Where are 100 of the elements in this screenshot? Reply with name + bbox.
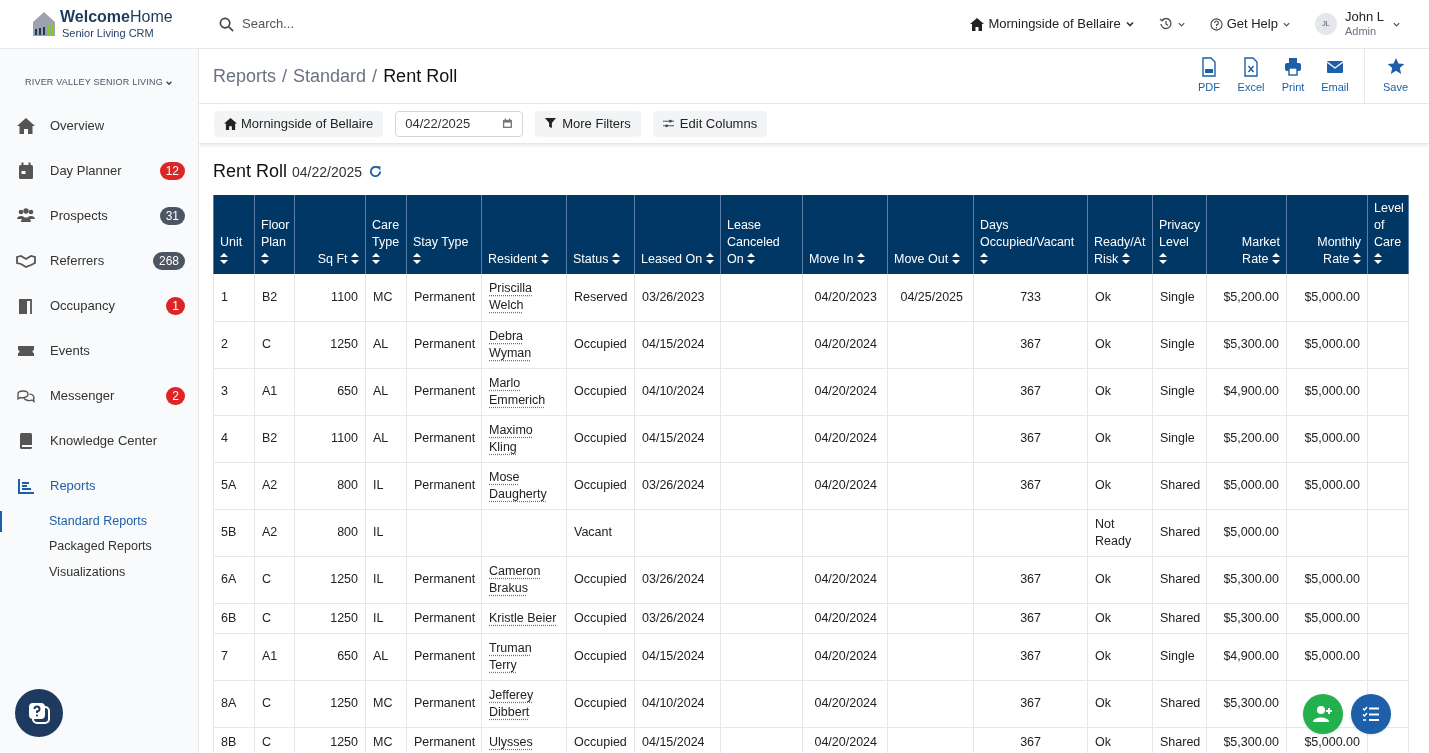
table-cell: Occupied	[574, 431, 627, 445]
table-cell: $5,000.00	[1304, 610, 1360, 625]
sidebar-item[interactable]: Overview	[0, 103, 198, 149]
column-header[interactable]: Stay Type	[406, 195, 482, 274]
table-cell: Vacant	[574, 525, 612, 539]
table-cell: Single	[1160, 337, 1195, 351]
table-cell: Reserved	[574, 289, 628, 304]
table-cell: 8B	[221, 734, 237, 749]
column-header[interactable]: Days Occupied/Vacant	[973, 195, 1088, 274]
table-cell: 733	[1020, 289, 1041, 304]
refresh-icon[interactable]	[369, 165, 383, 178]
breadcrumb-link[interactable]: Standard	[293, 62, 367, 90]
table-cell: Permanent	[414, 649, 476, 663]
sort-icon	[611, 253, 620, 264]
resident-link[interactable]: Truman Terry	[489, 639, 559, 674]
table-cell: Permanent	[414, 337, 476, 351]
table-cell: 04/15/2024	[642, 649, 705, 663]
resident-link[interactable]: Ulysses	[489, 733, 533, 751]
support-chat-button[interactable]	[15, 689, 63, 737]
column-header[interactable]: Sq Ft	[294, 195, 366, 274]
sort-icon	[951, 253, 960, 264]
resident-link[interactable]: Kristle Beier	[489, 609, 557, 627]
table-cell: 04/20/2024	[814, 384, 877, 398]
sidebar-item[interactable]: Prospects 31	[0, 193, 198, 239]
table-cell: 800	[337, 478, 358, 492]
column-header[interactable]: Market Rate	[1206, 195, 1287, 274]
table-cell: C	[262, 610, 272, 625]
more-filters-button[interactable]: More Filters	[535, 110, 641, 137]
table-cell: Shared	[1160, 478, 1201, 492]
community-filter[interactable]: Morningside of Bellaire	[214, 110, 384, 137]
sliders-icon	[662, 118, 674, 129]
table-cell: 04/25/2025	[900, 289, 963, 304]
table-cell: Ok	[1095, 696, 1111, 710]
sidebar-item[interactable]: Messenger 2	[0, 373, 198, 419]
sort-icon	[220, 253, 228, 264]
brand-name: WelcomeHome	[60, 9, 173, 25]
edit-columns-button[interactable]: Edit Columns	[652, 110, 768, 137]
print-button[interactable]: Print	[1272, 49, 1314, 103]
column-header[interactable]: Monthly Rate	[1286, 195, 1368, 274]
pdf-button[interactable]: PDF	[1188, 49, 1230, 103]
sidebar-item[interactable]: Occupancy 1	[0, 283, 198, 329]
sidebar-item[interactable]: Events	[0, 328, 198, 374]
history-dropdown[interactable]	[1158, 17, 1186, 31]
count-badge: 2	[166, 387, 185, 405]
column-header[interactable]: Move Out	[887, 195, 974, 274]
resident-link[interactable]: Maximo Kling	[489, 421, 559, 456]
table-cell: 04/20/2023	[814, 289, 877, 304]
table-cell: 03/26/2024	[642, 572, 705, 586]
table-cell: Permanent	[414, 478, 476, 492]
column-header[interactable]: Ready/At Risk	[1087, 195, 1153, 274]
chevron-down-icon	[1124, 19, 1135, 29]
table-cell: Occupied	[574, 610, 627, 625]
resident-link[interactable]: Debra Wyman	[489, 327, 559, 362]
table-cell: MC	[373, 289, 393, 304]
brand-subtitle: Senior Living CRM	[62, 28, 155, 39]
sidebar-item[interactable]: Knowledge Center	[0, 418, 198, 464]
help-dropdown[interactable]: Get Help	[1209, 14, 1291, 34]
add-person-button[interactable]	[1303, 694, 1343, 734]
search-field[interactable]: Search...	[242, 14, 442, 34]
table-cell: Occupied	[574, 384, 627, 398]
save-button[interactable]: Save	[1364, 49, 1426, 103]
column-header[interactable]: Floor Plan	[254, 195, 295, 274]
column-header[interactable]: Unit	[213, 195, 255, 274]
breadcrumb-link[interactable]: Reports	[213, 62, 277, 90]
calendar-icon	[502, 118, 514, 129]
organization-dropdown[interactable]: RIVER VALLEY SENIOR LIVING	[24, 76, 174, 90]
community-dropdown[interactable]: Morningside of Bellaire	[970, 14, 1135, 34]
sidebar-subitem[interactable]: Visualizations	[0, 559, 198, 585]
table-cell: C	[262, 572, 272, 586]
column-header[interactable]: Resident	[481, 195, 567, 274]
resident-link[interactable]: Mose Daugherty	[489, 468, 559, 503]
sort-icon	[351, 253, 359, 264]
table-cell: $5,000.00	[1304, 431, 1360, 445]
sidebar-item[interactable]: Reports	[0, 463, 198, 509]
sidebar-subitem[interactable]: Standard Reports	[0, 508, 198, 534]
email-button[interactable]: Email	[1314, 49, 1356, 103]
sidebar-item[interactable]: Day Planner 12	[0, 148, 198, 194]
column-header[interactable]: Leased On	[634, 195, 721, 274]
resident-link[interactable]: Jefferey Dibbert	[489, 686, 559, 721]
count-badge: 12	[159, 162, 185, 180]
resident-link[interactable]: Cameron Brakus	[489, 562, 559, 597]
task-list-button[interactable]	[1351, 694, 1391, 734]
column-header[interactable]: Move In	[802, 195, 888, 274]
sidebar-item[interactable]: Referrers 268	[0, 238, 198, 284]
resident-link[interactable]: Priscilla Welch	[489, 280, 559, 315]
filter-icon	[545, 118, 557, 129]
sidebar-subitem[interactable]: Packaged Reports	[0, 534, 198, 560]
column-header[interactable]: Care Type	[365, 195, 407, 274]
excel-file-icon	[1242, 56, 1260, 77]
table-cell: $5,300.00	[1223, 337, 1279, 351]
table-cell: 367	[1020, 384, 1041, 398]
resident-link[interactable]: Marlo Emmerich	[489, 374, 559, 409]
table-cell: Permanent	[414, 431, 476, 445]
column-header[interactable]: Status	[566, 195, 635, 274]
column-header[interactable]: Level of Care	[1367, 195, 1409, 274]
column-header[interactable]: Privacy Level	[1152, 195, 1207, 274]
column-header[interactable]: Lease Canceled On	[720, 195, 803, 274]
table-cell: 6B	[221, 610, 237, 625]
date-field[interactable]: 04/22/2025	[395, 110, 524, 137]
excel-button[interactable]: Excel	[1230, 49, 1272, 103]
